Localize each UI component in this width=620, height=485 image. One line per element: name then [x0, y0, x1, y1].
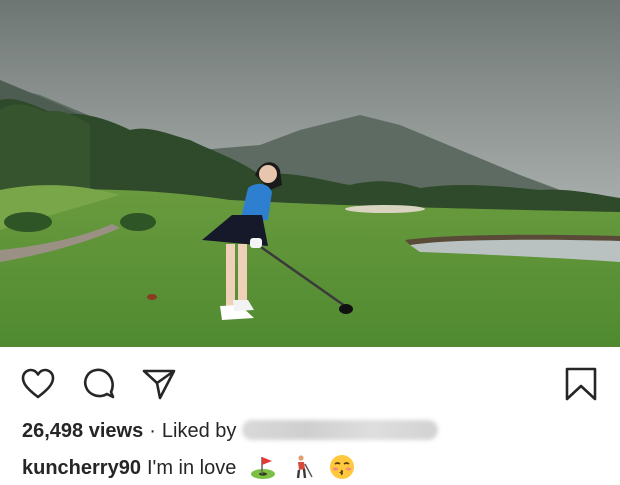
golfer-icon	[296, 455, 313, 479]
post-action-bar	[0, 347, 620, 419]
post-caption: kuncherry90 I'm in love	[22, 454, 355, 480]
post-video[interactable]	[0, 0, 620, 347]
views-and-likes: 26,498 views · Liked by	[22, 420, 439, 443]
views-count[interactable]: 26,498 views	[22, 420, 143, 442]
liked-by-username-blurred[interactable]	[242, 420, 439, 440]
separator-dot: ·	[149, 420, 156, 442]
kissing-face-icon	[330, 455, 355, 479]
comment-button[interactable]	[81, 366, 117, 402]
like-button[interactable]	[20, 366, 56, 402]
comment-bubble-icon	[83, 368, 115, 399]
golf-course-scene	[0, 0, 620, 347]
save-button[interactable]	[563, 366, 599, 402]
caption-text: I'm in love	[146, 457, 237, 479]
bookmark-icon	[565, 367, 597, 401]
heart-icon	[21, 368, 55, 399]
liked-by-label: Liked by	[161, 420, 237, 442]
flag-in-hole-icon	[250, 457, 275, 479]
paper-plane-icon	[142, 369, 176, 400]
caption-username[interactable]: kuncherry90	[22, 457, 141, 479]
share-button[interactable]	[141, 366, 177, 402]
